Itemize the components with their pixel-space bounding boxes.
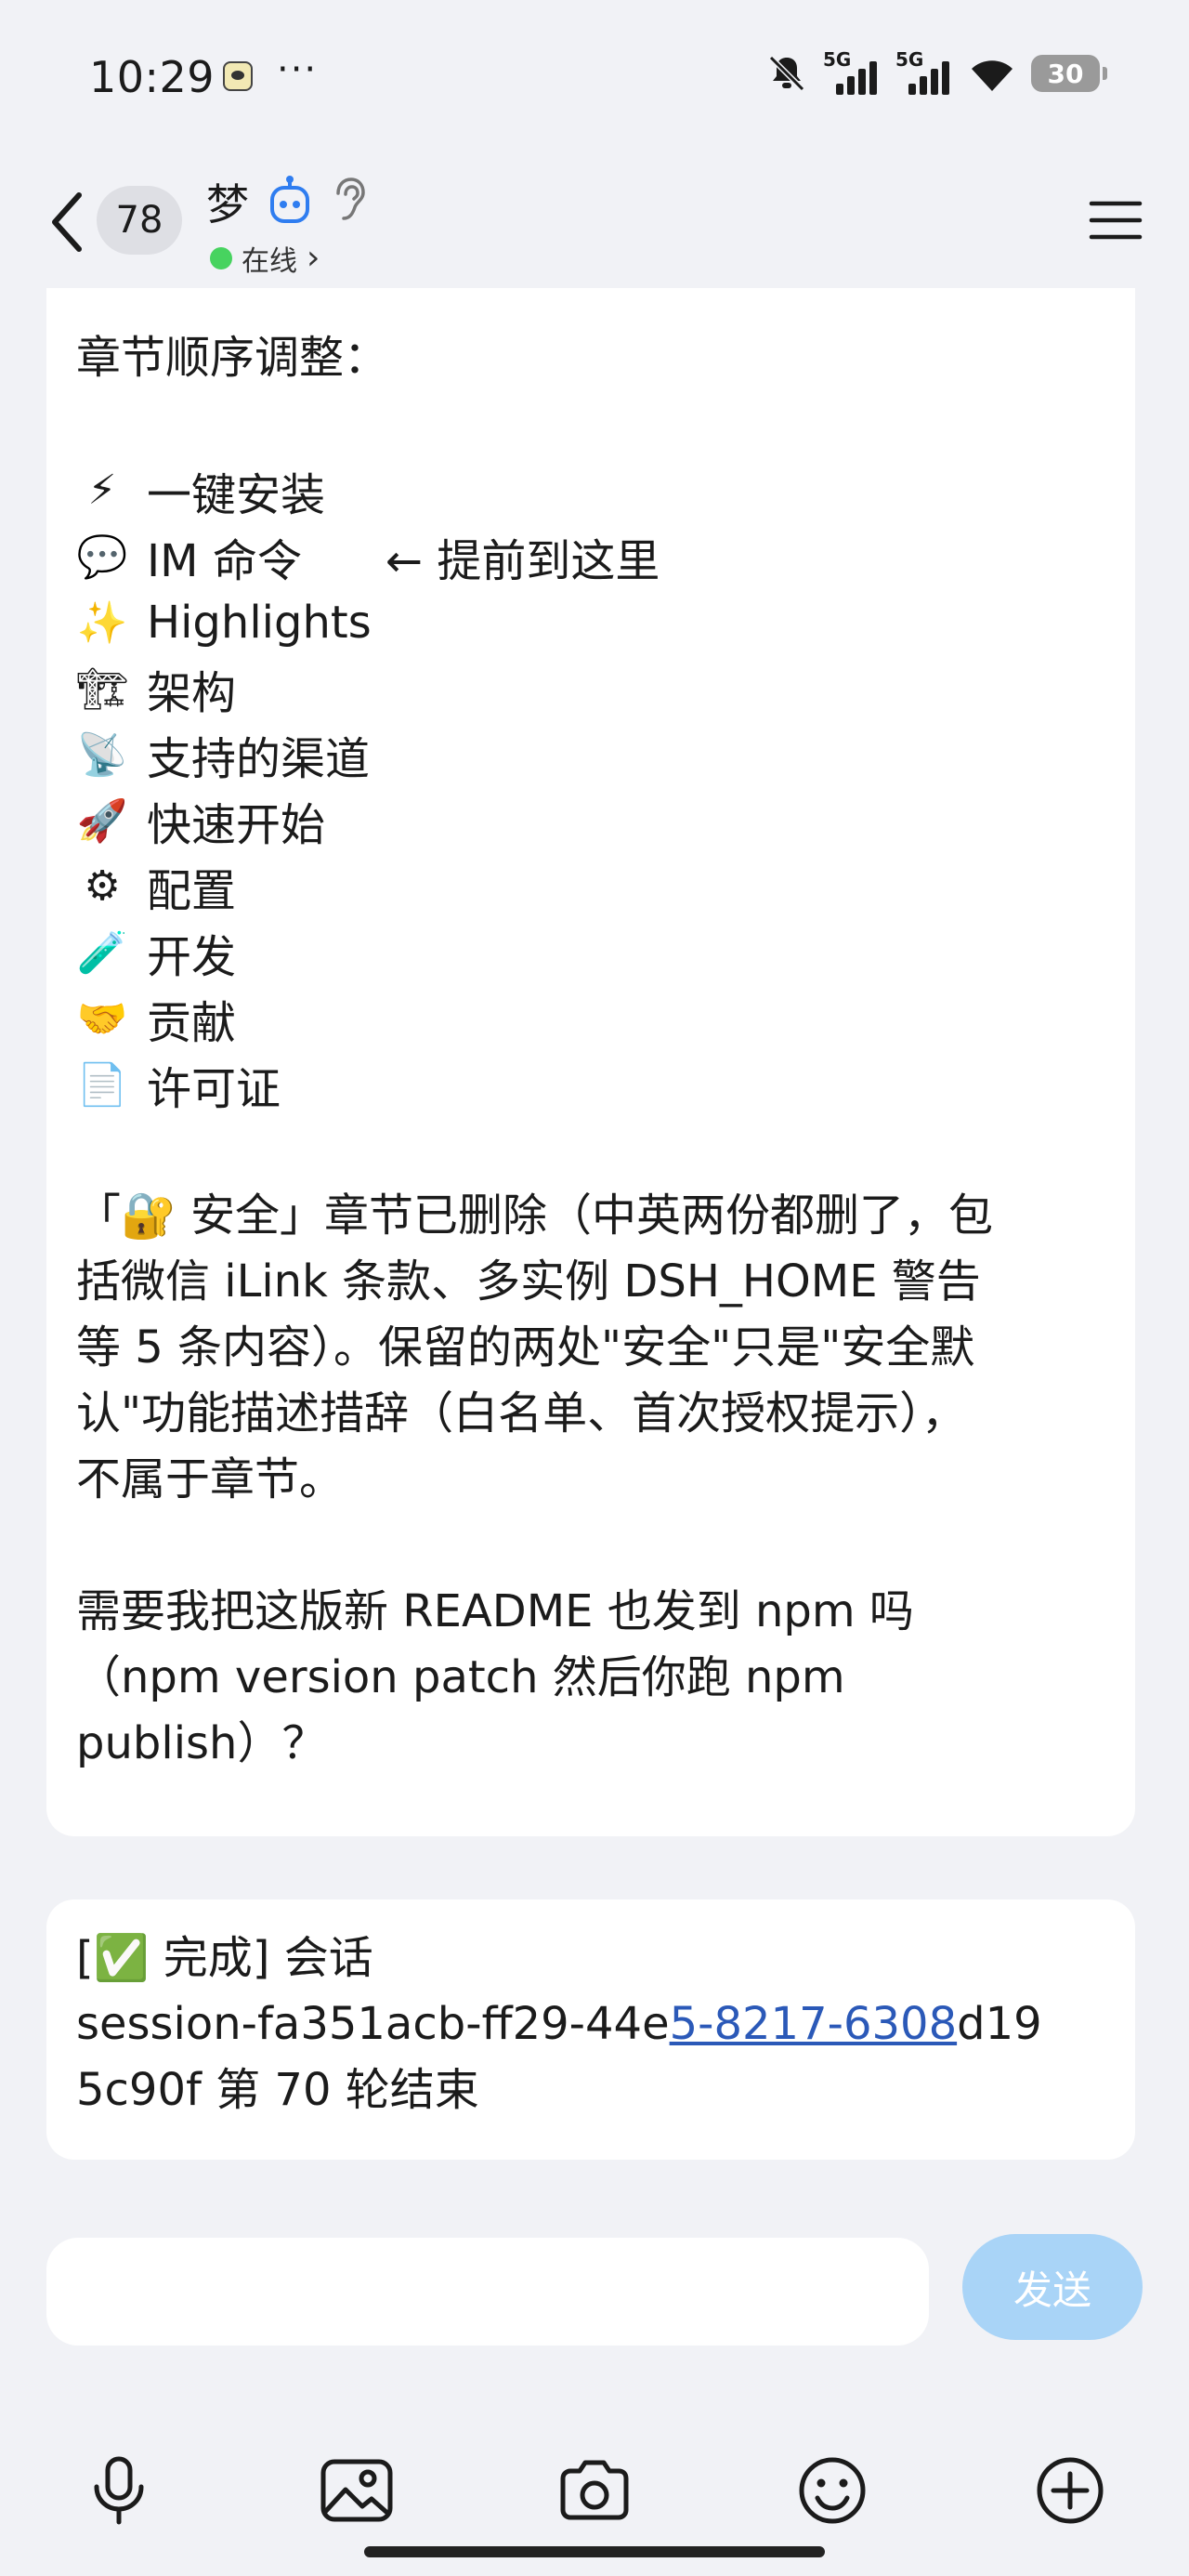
section-emoji-icon: 🧪 [76, 928, 128, 977]
section-list-item: ⚡ 一键安装 [76, 457, 1107, 523]
mic-icon [94, 2456, 144, 2525]
section-emoji-icon: 💬 [76, 532, 128, 581]
back-arrow-icon [52, 192, 82, 252]
emoji-button[interactable] [788, 2446, 877, 2535]
online-dot [210, 247, 232, 269]
menu-button[interactable] [1083, 188, 1148, 253]
section-list-item: 🏗 架构 [76, 655, 1107, 721]
status-bar: 10:29 ··· 5G 5G 30 [0, 0, 1189, 158]
section-label: 贡献 [147, 996, 237, 1049]
message-heading: 章节顺序调整： [76, 332, 389, 384]
section-list-item: ⚙ 配置 [76, 853, 1107, 919]
paragraph-line: 括微信 iLink 条款、多实例 DSH_HOME 警告 [76, 1255, 981, 1308]
message-paragraph-npm: 需要我把这版新 README 也发到 npm 吗 （npm version pat… [76, 1579, 1107, 1777]
composer-tools [0, 2446, 1189, 2539]
section-label: 支持的渠道 [147, 732, 371, 785]
section-emoji-icon: 🤝 [76, 994, 128, 1043]
section-emoji-icon: 📄 [76, 1060, 128, 1109]
image-icon [320, 2459, 393, 2522]
move-note: ← 提前到这里 [385, 534, 660, 587]
section-label: 快速开始 [147, 798, 326, 851]
chat-header: 78 梦 在线 › [0, 158, 1189, 288]
notification-app-icon [223, 61, 253, 91]
section-label: 架构 [147, 666, 237, 719]
hamburger-menu-icon [1089, 201, 1143, 240]
status-time: 10:29 [89, 52, 216, 102]
presence-label: 在线 [242, 245, 297, 278]
chat-screen: 10:29 ··· 5G 5G 30 78 梦 在线 › 章节顺序调整： ⚡ 一… [0, 0, 1189, 2576]
status-line-2: session-fa351acb-ff29-44e5-8217-6308d19 [76, 1998, 1042, 2050]
camera-icon [560, 2460, 629, 2520]
image-button[interactable] [312, 2446, 401, 2535]
status-line-3: 5c90f 第 70 轮结束 [76, 2064, 479, 2116]
contact-name[interactable]: 梦 [206, 171, 249, 232]
plus-icon [1037, 2457, 1104, 2524]
section-label: IM 命令 [147, 534, 302, 587]
send-button[interactable]: 发送 [962, 2234, 1143, 2340]
section-emoji-icon: ✨ [76, 598, 128, 647]
section-label: 许可证 [147, 1062, 281, 1115]
signal-5g-icon-1: 5G [823, 48, 881, 95]
paragraph-line: 不属于章节。 [76, 1453, 345, 1505]
section-list-item: 📡 支持的渠道 [76, 721, 1107, 787]
battery-icon: 30 [1031, 55, 1107, 92]
back-button[interactable] [41, 180, 91, 264]
wifi-icon [972, 60, 1013, 91]
phone-number-link[interactable]: 5-8217-6308 [670, 1998, 958, 2050]
section-emoji-icon: 📡 [76, 730, 128, 779]
section-label: 一键安装 [147, 468, 326, 521]
home-indicator[interactable] [364, 2546, 825, 2557]
message-content: [✅ 完成] 会话 session-fa351acb-ff29-44e5-821… [76, 1925, 1107, 2123]
voice-button[interactable] [74, 2446, 163, 2535]
section-list-item: 📄 许可证 [76, 1051, 1107, 1117]
paragraph-line: 认"功能描述措辞（白名单、首次授权提示）， [76, 1387, 967, 1439]
bot-icon[interactable] [268, 175, 312, 227]
emoji-icon [799, 2457, 866, 2524]
message-input[interactable] [46, 2238, 929, 2346]
section-list-item: 💬 IM 命令 ← 提前到这里 [76, 523, 1107, 589]
signal-5g-icon-2: 5G [895, 48, 953, 95]
section-label: 开发 [147, 930, 237, 983]
section-emoji-icon: 🚀 [76, 796, 128, 845]
message-bubble[interactable]: 章节顺序调整： ⚡ 一键安装 💬 IM 命令 ← 提前到这里 ✨ Highlights 🏗 架构… [46, 288, 1135, 1836]
status-more: ··· [277, 48, 319, 91]
section-list-item: 🤝 贡献 [76, 985, 1107, 1051]
message-bubble-status[interactable]: [✅ 完成] 会话 session-fa351acb-ff29-44e5-821… [46, 1899, 1135, 2160]
section-label: Highlights [147, 596, 372, 649]
paragraph-line: 等 5 条内容）。保留的两处"安全"只是"安全默 [76, 1321, 975, 1373]
presence-status[interactable]: 在线 › [210, 238, 320, 279]
section-list: ⚡ 一键安装 💬 IM 命令 ← 提前到这里 ✨ Highlights 🏗 架构 📡 支持的渠道 🚀 快… [76, 457, 1107, 1117]
mute-bell-icon [768, 55, 805, 92]
presence-chevron-icon: › [307, 239, 320, 277]
camera-button[interactable] [550, 2446, 639, 2535]
message-content: 章节顺序调整： ⚡ 一键安装 💬 IM 命令 ← 提前到这里 ✨ Highlights 🏗 架构… [76, 325, 1107, 1777]
status-line-1: [✅ 完成] 会话 [76, 1932, 373, 1984]
section-emoji-icon: ⚡ [87, 467, 117, 514]
paragraph-line: 需要我把这版新 README 也发到 npm 吗 [76, 1585, 914, 1637]
composer-bar: 发送 [0, 2204, 1189, 2576]
ear-icon[interactable] [331, 175, 368, 223]
more-button[interactable] [1026, 2446, 1115, 2535]
section-list-item: ✨ Highlights [76, 589, 1107, 655]
message-list[interactable]: 章节顺序调整： ⚡ 一键安装 💬 IM 命令 ← 提前到这里 ✨ Highlights 🏗 架构… [0, 288, 1189, 2202]
paragraph-line: publish）？ [76, 1717, 327, 1769]
section-emoji-icon: ⚙ [84, 862, 121, 910]
section-label: 配置 [147, 864, 237, 917]
paragraph-line: （npm version patch 然后你跑 npm [76, 1651, 845, 1703]
status-icons: 5G 5G 30 [765, 48, 1107, 95]
section-list-item: 🚀 快速开始 [76, 787, 1107, 853]
section-list-item: 🧪 开发 [76, 919, 1107, 985]
unread-count-badge[interactable]: 78 [97, 186, 182, 255]
message-paragraph-security: 「🔐 安全」章节已删除（中英两份都删了，包 括微信 iLink 条款、多实例 DS… [76, 1183, 1107, 1513]
section-emoji-icon: 🏗 [76, 664, 128, 713]
paragraph-line: 「🔐 安全」章节已删除（中英两份都删了，包 [76, 1189, 994, 1242]
